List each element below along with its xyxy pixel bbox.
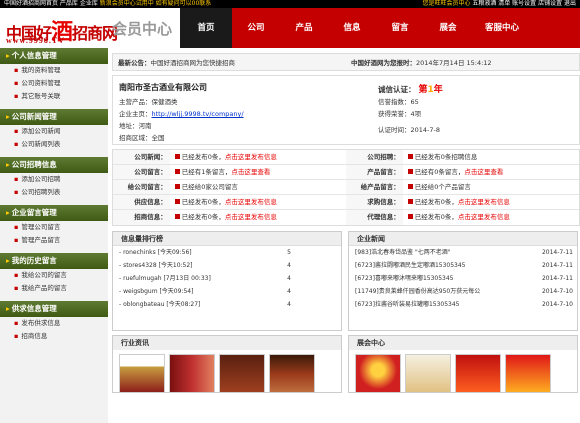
news-thumbnail[interactable]	[119, 354, 165, 392]
list-item[interactable]: - ruefulmugah [7月13日 00:33] 4	[113, 272, 341, 285]
sidebar-section-news[interactable]: ▸ 公司新闻管理	[0, 109, 108, 125]
exhibition-thumbnail[interactable]	[405, 354, 451, 392]
sidebar-item[interactable]: ▪ 我给公司的留言	[0, 269, 108, 282]
stats-row: 公司新闻： 已经发布0条，点击这里发布信息 公司招聘： 已经发布0条招聘信息	[113, 150, 579, 165]
list-item[interactable]: [6723]喜嘟来嘟沐嘿来嘟15305345 2014-7-11	[349, 272, 577, 285]
exhibition-thumbnail[interactable]	[505, 354, 551, 392]
nav-company[interactable]: 公司	[232, 8, 280, 48]
sidebar-item[interactable]: ▪ 其它账号关联	[0, 90, 108, 103]
nav-service[interactable]: 客服中心	[472, 8, 532, 48]
stats-row: 招商信息： 已经发布0条，点击这里发布信息 代理信息： 已经发布0条，点击这里发布信…	[113, 210, 579, 225]
company-info: 南阳市圣古酒业有限公司 主营产品：保健酒类 企业主页：http://wljj.9…	[112, 75, 580, 145]
publish-link[interactable]: 点击这里发布信息	[225, 198, 277, 206]
publish-link[interactable]: 点击这里发布信息	[225, 153, 277, 161]
sidebar-item[interactable]: ▪ 公司招聘列表	[0, 186, 108, 199]
sidebar: ▸ 个人信息管理 ▪ 我的资料管理 ▪ 公司资料管理 ▪ 其它账号关联 ▸ 公司新闻管理 …	[0, 48, 108, 423]
nav-exhibition[interactable]: 展会	[424, 8, 472, 48]
sidebar-item[interactable]: ▪ 管理公司留言	[0, 221, 108, 234]
list-item[interactable]: - stores4328 [今天10:52] 4	[113, 259, 341, 272]
site-logo[interactable]: 中国好酒招商网 www.9998.TV 会员中心	[0, 8, 180, 48]
publish-link[interactable]: 点击这里发布信息	[225, 213, 277, 221]
member-center-title: 会员中心	[112, 20, 173, 38]
top-bar: 中国好酒招商网首页 产品库 企业库 新浪会员中心试用中 如有疑问可以00联系 您…	[0, 0, 580, 8]
nav-info[interactable]: 信息	[328, 8, 376, 48]
rank-panel: 信息量排行榜 - ronechinks [今天09:56] 5 - stores4…	[112, 231, 342, 331]
announcement-bar: 最新公告：中国好酒招商网为您快捷招商 中国好酒网为您报时：2014年7月14日 …	[112, 53, 580, 71]
main-content: 最新公告：中国好酒招商网为您快捷招商 中国好酒网为您报时：2014年7月14日 …	[112, 53, 580, 423]
sidebar-item[interactable]: ▪ 招商信息	[0, 330, 108, 343]
stats-row: 给公司留言： 已经给0家公司留言 给产品留言： 已经给0个产品留言	[113, 180, 579, 195]
top-bar-user: 您是旺旺会员中心	[422, 0, 471, 7]
exhibition-thumbnail[interactable]	[355, 354, 401, 392]
list-item[interactable]: [983]浩北春寿岱品鉴 "七两不老酒" 2014-7-11	[349, 246, 577, 259]
publish-link[interactable]: 点击这里发布信息	[458, 213, 510, 221]
list-item[interactable]: - oblongbateau [今天08:27] 4	[113, 298, 341, 311]
announcement-text[interactable]: 中国好酒招商网为您快捷招商	[151, 59, 236, 67]
exhibition-thumbnail[interactable]	[455, 354, 501, 392]
top-bar-left[interactable]: 中国好酒招商网首页 产品库 企业库	[4, 0, 98, 7]
view-link[interactable]: 点击这里查看	[231, 168, 270, 176]
news-panel: 企业新闻 [983]浩北春寿岱品鉴 "七两不老酒" 2014-7-11 [6723…	[348, 231, 578, 331]
sidebar-item[interactable]: ▪ 公司新闻列表	[0, 138, 108, 151]
sidebar-section-supply[interactable]: ▸ 供求信息管理	[0, 301, 108, 317]
publish-link[interactable]: 点击这里发布信息	[458, 198, 510, 206]
sidebar-item[interactable]: ▪ 管理产品留言	[0, 234, 108, 247]
sidebar-item[interactable]: ▪ 公司资料管理	[0, 77, 108, 90]
sidebar-section-history[interactable]: ▸ 我的历史留言	[0, 253, 108, 269]
cert-badge: 诚信认证： 第1年	[378, 85, 443, 95]
list-item[interactable]: [6723]拉酱谷听装易拉罐嘟15305345 2014-7-10	[349, 298, 577, 311]
sidebar-section-messages[interactable]: ▸ 企业留言管理	[0, 205, 108, 221]
sidebar-section-jobs[interactable]: ▸ 公司招聘信息	[0, 157, 108, 173]
company-name: 南阳市圣古酒业有限公司	[119, 83, 207, 92]
sidebar-item[interactable]: ▪ 我的资料管理	[0, 64, 108, 77]
list-item[interactable]: - ronechinks [今天09:56] 5	[113, 246, 341, 259]
sidebar-item[interactable]: ▪ 添加公司招聘	[0, 173, 108, 186]
stats-grid: 公司新闻： 已经发布0条，点击这里发布信息 公司招聘： 已经发布0条招聘信息 公司留…	[112, 149, 580, 226]
nav-home[interactable]: 首页	[180, 8, 232, 48]
sidebar-item[interactable]: ▪ 发布供求信息	[0, 317, 108, 330]
main-nav: 首页 公司 产品 信息 留言 展会 客服中心	[180, 8, 532, 48]
clock: 2014年7月14日 15:4:12	[416, 59, 492, 67]
stats-row: 供应信息： 已经发布0条，点击这里发布信息 求购信息： 已经发布0条，点击这里发布信…	[113, 195, 579, 210]
news-thumbnail[interactable]	[269, 354, 315, 392]
news-thumbnail[interactable]	[219, 354, 265, 392]
list-item[interactable]: [11749]贵良莱蜂仟园香份高达950万获元每公 2014-7-10	[349, 285, 577, 298]
nav-products[interactable]: 产品	[280, 8, 328, 48]
sidebar-item[interactable]: ▪ 添加公司新闻	[0, 125, 108, 138]
sidebar-item[interactable]: ▪ 我给产品的留言	[0, 282, 108, 295]
top-bar-links[interactable]: 五粮液酒 清单 账号设置 店铺设置 退出	[470, 0, 576, 7]
company-site-link[interactable]: http://wljj.9998.tv/company/	[152, 110, 244, 118]
industry-news-gallery: 行业资讯	[112, 335, 342, 393]
list-item[interactable]: [6723]酱拉闘嘟酒民生定嘟酒15305345 2014-7-11	[349, 259, 577, 272]
exhibition-gallery: 展会中心	[348, 335, 578, 393]
nav-messages[interactable]: 留言	[376, 8, 424, 48]
top-bar-notice: 新浪会员中心试用中 如有疑问可以00联系	[97, 0, 212, 7]
news-thumbnail[interactable]	[169, 354, 215, 392]
list-item[interactable]: - weigsbgum [今天09:54] 4	[113, 285, 341, 298]
view-link[interactable]: 点击这里查看	[464, 168, 503, 176]
stats-row: 公司留言： 已经有1条留言，点击这里查看 产品留言： 已经有0条留言，点击这里查看	[113, 165, 579, 180]
sidebar-section-personal[interactable]: ▸ 个人信息管理	[0, 48, 108, 64]
header: 中国好酒招商网 www.9998.TV 会员中心 首页 公司 产品 信息 留言 …	[0, 8, 580, 48]
